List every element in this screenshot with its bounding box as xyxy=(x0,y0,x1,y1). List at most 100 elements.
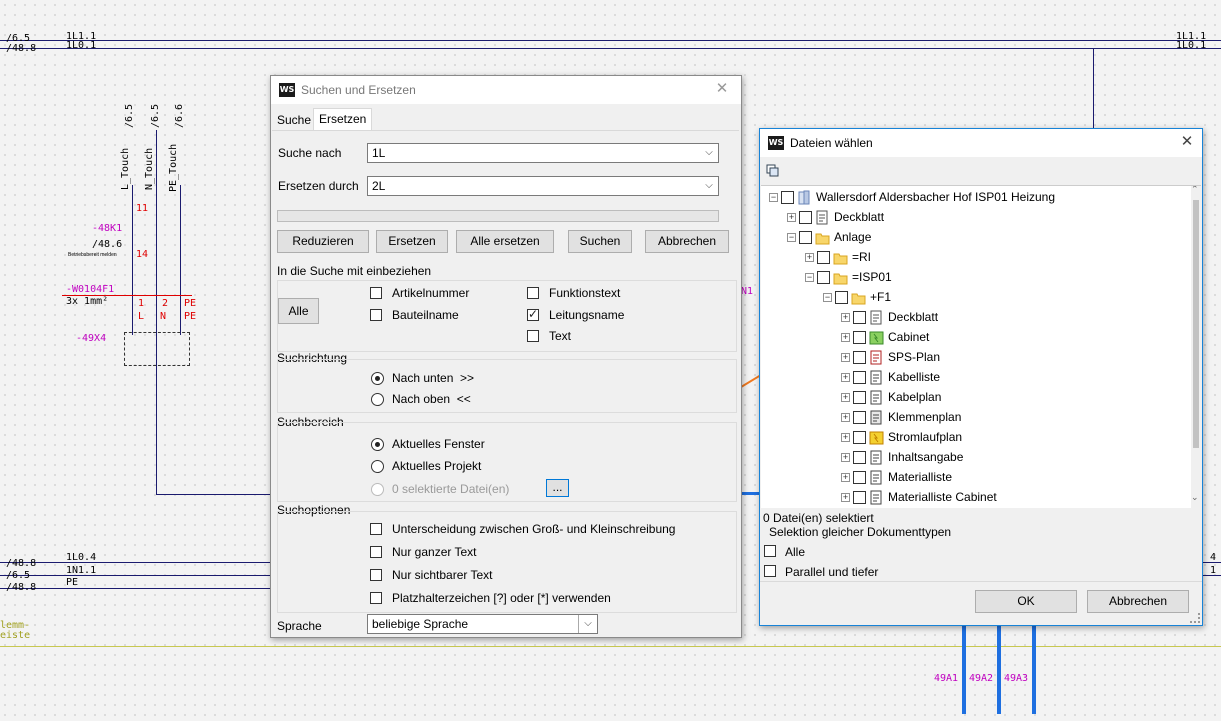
replace-combobox[interactable]: 2L ⌵ xyxy=(367,176,719,196)
tree-item[interactable]: + Kabelliste xyxy=(761,368,1189,388)
tree-item-checkbox[interactable] xyxy=(853,391,866,404)
checkbox-funktionstext[interactable] xyxy=(527,287,539,299)
checkbox-leitungsname[interactable] xyxy=(527,307,539,321)
tree-item[interactable]: + Stromlaufplan xyxy=(761,428,1189,448)
tree-item-checkbox[interactable] xyxy=(799,211,812,224)
tree-scrollbar[interactable]: ⌃ ⌄ xyxy=(1191,186,1201,508)
search-button[interactable]: Suchen xyxy=(568,230,632,253)
radio-direction-down[interactable] xyxy=(371,372,384,385)
replace-button[interactable]: Ersetzen xyxy=(376,230,448,253)
tree-item[interactable]: − Anlage xyxy=(761,228,1189,248)
expand-icon[interactable]: + xyxy=(841,313,850,322)
expand-icon[interactable]: + xyxy=(841,453,850,462)
tree-item-checkbox[interactable] xyxy=(781,191,794,204)
replace-all-button[interactable]: Alle ersetzen xyxy=(456,230,554,253)
tree-item-checkbox[interactable] xyxy=(853,431,866,444)
language-combobox[interactable]: beliebige Sprache ⌵ xyxy=(367,614,598,634)
blue-wire xyxy=(1032,622,1036,714)
resize-grip-icon[interactable] xyxy=(1190,613,1200,623)
expand-icon[interactable]: + xyxy=(805,253,814,262)
tab-suche[interactable]: Suche xyxy=(272,110,316,130)
tree-item-checkbox[interactable] xyxy=(835,291,848,304)
expand-icon[interactable]: + xyxy=(787,213,796,222)
tree-item[interactable]: + SPS-Plan xyxy=(761,348,1189,368)
collapse-icon[interactable]: − xyxy=(787,233,796,242)
tree-item[interactable]: + =RI xyxy=(761,248,1189,268)
tree-item[interactable]: + Klemmenplan xyxy=(761,408,1189,428)
checkbox-bauteilname[interactable] xyxy=(370,309,382,321)
checkbox-artikelnummer[interactable] xyxy=(370,287,382,299)
collapse-icon[interactable]: − xyxy=(823,293,832,302)
tree-item-checkbox[interactable] xyxy=(853,371,866,384)
tree-item[interactable]: − =ISP01 xyxy=(761,268,1189,288)
radio-area-project[interactable] xyxy=(371,460,384,473)
bus-line-5 xyxy=(0,588,271,589)
expand-icon[interactable]: + xyxy=(841,493,850,502)
blue-wire xyxy=(997,622,1001,714)
cad-ref: /48.8 xyxy=(6,558,37,569)
tree-item-checkbox[interactable] xyxy=(853,411,866,424)
tree-item-checkbox[interactable] xyxy=(799,231,812,244)
tree-item[interactable]: + Deckblatt xyxy=(761,308,1189,328)
folder-icon xyxy=(833,273,848,285)
cancel-button[interactable]: Abbrechen xyxy=(645,230,729,253)
copy-icon[interactable] xyxy=(766,164,780,178)
browse-files-button[interactable]: ... xyxy=(546,479,569,497)
tree-item[interactable]: + Inhaltsangabe xyxy=(761,448,1189,468)
tree-item[interactable]: + Cabinet xyxy=(761,328,1189,348)
checkbox-parallel[interactable] xyxy=(764,565,776,577)
tree-item-checkbox[interactable] xyxy=(817,271,830,284)
tree-item-checkbox[interactable] xyxy=(853,451,866,464)
chevron-down-icon[interactable]: ⌵ xyxy=(700,144,718,162)
tree-item-checkbox[interactable] xyxy=(853,471,866,484)
checkbox-case-sensitive[interactable] xyxy=(370,523,382,535)
reduce-button[interactable]: Reduzieren xyxy=(277,230,369,253)
expand-icon[interactable]: + xyxy=(841,333,850,342)
close-icon[interactable]: ✕ xyxy=(711,79,733,99)
close-icon[interactable]: ✕ xyxy=(1176,132,1198,152)
radio-area-window[interactable] xyxy=(371,438,384,451)
chevron-down-icon[interactable]: ⌵ xyxy=(700,177,718,195)
collapse-icon[interactable]: − xyxy=(769,193,778,202)
collapse-icon[interactable]: − xyxy=(805,273,814,282)
dialog-titlebar[interactable]: WS Suchen und Ersetzen ✕ xyxy=(271,76,741,104)
tree-item-label: Anlage xyxy=(834,230,872,244)
checkbox-whole-text[interactable] xyxy=(370,546,382,558)
folder-icon xyxy=(833,253,848,265)
tree-item-checkbox[interactable] xyxy=(853,491,866,504)
dialog-titlebar[interactable]: WS Dateien wählen ✕ xyxy=(760,129,1202,157)
scroll-up-icon[interactable]: ⌃ xyxy=(1191,186,1199,195)
radio-area-files[interactable] xyxy=(371,483,384,496)
scroll-down-icon[interactable]: ⌄ xyxy=(1191,492,1199,503)
tree-item[interactable]: + Materialliste xyxy=(761,468,1189,488)
tree-item-checkbox[interactable] xyxy=(853,311,866,324)
expand-icon[interactable]: + xyxy=(841,413,850,422)
expand-icon[interactable]: + xyxy=(841,473,850,482)
file-tree[interactable]: − Wallersdorf Aldersbacher Hof ISP01 Heiz… xyxy=(761,185,1201,508)
tree-item[interactable]: + Kabelplan xyxy=(761,388,1189,408)
tree-item-checkbox[interactable] xyxy=(853,331,866,344)
tree-item-checkbox[interactable] xyxy=(817,251,830,264)
expand-icon[interactable]: + xyxy=(841,373,850,382)
tab-ersetzen[interactable]: Ersetzen xyxy=(313,108,373,131)
checkbox-wildcards[interactable] xyxy=(370,592,382,604)
select-all-button[interactable]: Alle xyxy=(278,298,319,324)
expand-icon[interactable]: + xyxy=(841,393,850,402)
tree-item[interactable]: − Wallersdorf Aldersbacher Hof ISP01 Heiz… xyxy=(761,188,1189,208)
checkbox-all[interactable] xyxy=(764,545,776,557)
checkbox-text[interactable] xyxy=(527,330,539,342)
area-window-label: Aktuelles Fenster xyxy=(392,437,485,451)
expand-icon[interactable]: + xyxy=(841,433,850,442)
scrollbar-thumb[interactable] xyxy=(1193,200,1199,448)
tree-item[interactable]: − +F1 xyxy=(761,288,1189,308)
checkbox-visible-text[interactable] xyxy=(370,569,382,581)
cancel-button[interactable]: Abbrechen xyxy=(1087,590,1189,613)
tree-item-checkbox[interactable] xyxy=(853,351,866,364)
ok-button[interactable]: OK xyxy=(975,590,1077,613)
tree-item[interactable]: + Materialliste Cabinet xyxy=(761,488,1189,508)
tree-item[interactable]: + Deckblatt xyxy=(761,208,1189,228)
radio-direction-up[interactable] xyxy=(371,393,384,406)
search-combobox[interactable]: 1L ⌵ xyxy=(367,143,719,163)
expand-icon[interactable]: + xyxy=(841,353,850,362)
chevron-down-icon[interactable]: ⌵ xyxy=(578,615,597,633)
